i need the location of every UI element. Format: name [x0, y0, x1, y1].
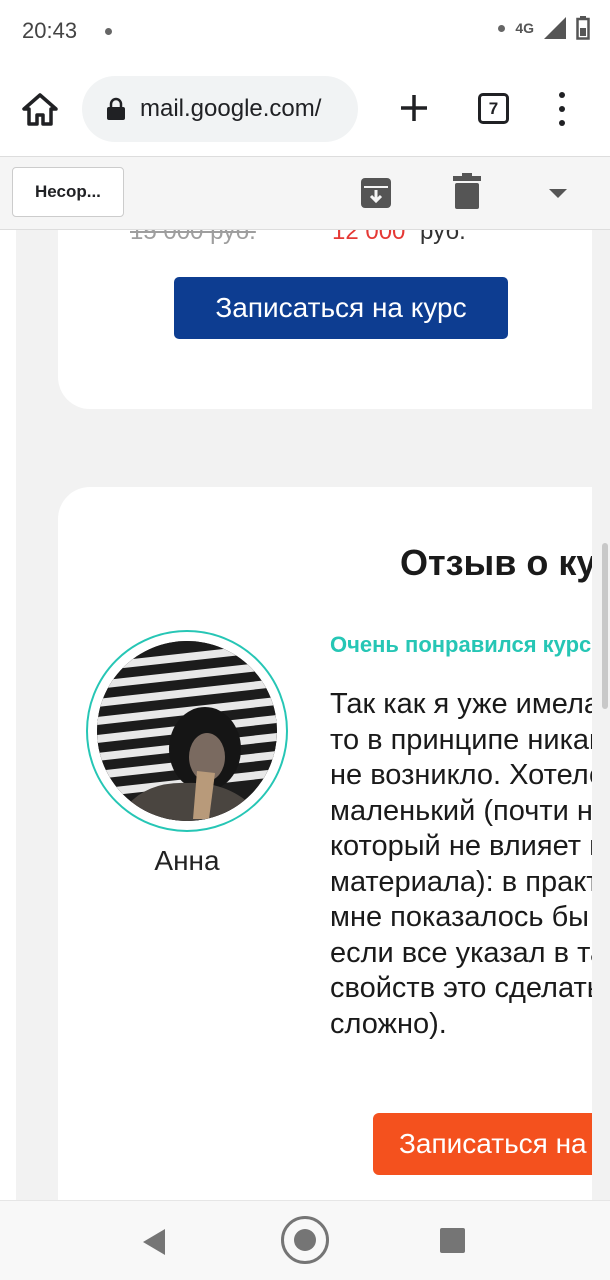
- system-nav-bar: [0, 1200, 610, 1280]
- status-bar: 20:43 4G: [0, 0, 610, 64]
- review-text-line: свойств это сделать было: [330, 972, 610, 1004]
- address-bar[interactable]: mail.google.com/: [82, 76, 358, 142]
- status-icons: 4G: [498, 16, 590, 40]
- review-heading: Отзыв о курсе: [400, 542, 610, 583]
- notification-dot-icon: [498, 24, 506, 32]
- review-text-line: мне показалось бы проще,: [330, 901, 610, 933]
- review-text-line: маленький (почти незаметный: [330, 794, 610, 827]
- network-type: 4G: [515, 20, 534, 36]
- home-circle-icon[interactable]: [281, 1216, 329, 1264]
- trash-icon[interactable]: [453, 173, 481, 209]
- review-title: Очень понравился курс: [330, 632, 592, 657]
- enroll-course-button-red[interactable]: Записаться на курс: [373, 1113, 610, 1175]
- review-text-line: если все указал в таблице: [330, 936, 610, 969]
- review-text-line: то в принципе никаких проблем: [330, 723, 610, 756]
- gmail-toolbar: Несор...: [0, 156, 610, 230]
- price-currency: руб.: [420, 230, 466, 245]
- back-icon[interactable]: [143, 1229, 165, 1255]
- new-price: 12 000: [332, 230, 406, 245]
- back-to-label-button[interactable]: Несор...: [12, 167, 124, 217]
- home-icon[interactable]: [20, 90, 60, 130]
- reviewer-photo: [97, 641, 277, 821]
- avatar: [97, 641, 277, 821]
- notification-dot-icon: [105, 28, 112, 35]
- tab-switcher-button[interactable]: 7: [478, 93, 509, 124]
- avatar-ring: [86, 630, 288, 832]
- archive-icon[interactable]: [360, 177, 392, 209]
- review-text-line: который не влияет на качество: [330, 830, 610, 862]
- url-text: mail.google.com/: [140, 95, 322, 122]
- review-card: Отзыв о курсе: [58, 487, 610, 1200]
- review-text: Так как я уже имела опыт, то в принципе …: [330, 687, 610, 1042]
- recents-icon[interactable]: [440, 1228, 465, 1253]
- chevron-down-icon[interactable]: [549, 189, 567, 198]
- content-edge: [592, 230, 610, 1200]
- review-text-line: Так как я уже имела опыт,: [330, 688, 610, 720]
- lock-icon: [107, 97, 125, 120]
- email-body: 15 000 руб. 12 000 руб. Записаться на ку…: [0, 230, 610, 1200]
- browser-toolbar: mail.google.com/ 7: [0, 64, 610, 156]
- status-time: 20:43: [22, 18, 78, 43]
- old-price: 15 000 руб.: [130, 230, 256, 245]
- review-text-line: не возникло. Хотелось бы: [330, 759, 610, 791]
- reviewer-name: Анна: [154, 845, 220, 876]
- new-tab-icon[interactable]: [394, 88, 434, 128]
- review-text-line: материала): в практике: [330, 865, 610, 898]
- review-text-line: сложно).: [330, 1007, 447, 1040]
- course-price-card: 15 000 руб. 12 000 руб. Записаться на ку…: [58, 230, 610, 409]
- battery-icon: [576, 16, 590, 40]
- email-content-area: 15 000 руб. 12 000 руб. Записаться на ку…: [16, 230, 610, 1200]
- enroll-course-button[interactable]: Записаться на курс: [174, 277, 508, 339]
- signal-icon: [544, 17, 566, 39]
- more-menu-icon[interactable]: [552, 92, 572, 126]
- scrollbar[interactable]: [602, 543, 608, 709]
